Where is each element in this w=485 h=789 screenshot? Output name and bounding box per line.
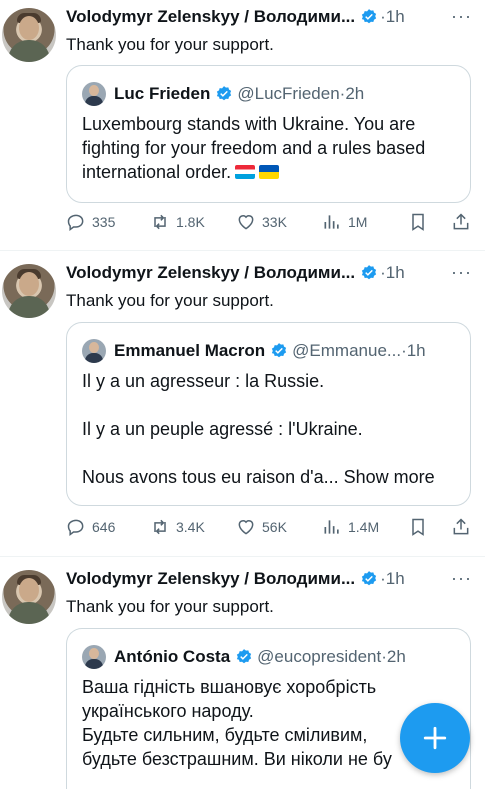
like-count: 56K: [262, 519, 287, 535]
reply-button[interactable]: 646: [66, 517, 115, 537]
verified-badge-icon: [237, 649, 252, 664]
tweet-text: Thank you for your support.: [66, 597, 274, 616]
tweet-text: Thank you for your support.: [66, 291, 274, 310]
author-name[interactable]: Volodymyr Zelenskyy / Володими...: [66, 263, 355, 283]
reply-count: 646: [92, 519, 116, 535]
quoted-avatar: [82, 645, 106, 669]
quoted-avatar: [82, 82, 106, 106]
quoted-timestamp: ·1h: [401, 341, 426, 360]
repost-icon: [154, 214, 166, 230]
verified-badge-icon: [362, 9, 377, 24]
quoted-avatar: [82, 339, 106, 363]
share-button[interactable]: [451, 212, 477, 232]
avatar[interactable]: [2, 264, 56, 318]
quoted-text-blank-line: [82, 393, 462, 417]
quoted-tweet[interactable]: António Costa @eucopresident ·2h Ваша гі…: [66, 628, 471, 789]
compose-button[interactable]: [400, 703, 470, 773]
tweet-text: Thank you for your support.: [66, 35, 274, 54]
verified-badge-icon: [362, 571, 377, 586]
verified-badge-icon: [362, 265, 377, 280]
quoted-text-line: Будьте сильним, будьте сміливим,: [82, 725, 368, 745]
quoted-handle: @Emmanue...: [292, 341, 402, 360]
views-count: 1.4M: [348, 519, 380, 535]
timestamp[interactable]: ·1h: [380, 263, 405, 283]
more-options-icon[interactable]: ···: [451, 263, 471, 284]
heart-icon: [238, 215, 254, 230]
quoted-text-line: fighting for your freedom and a rules ba…: [82, 138, 426, 158]
more-options-icon[interactable]: ···: [451, 7, 471, 28]
bookmark-button[interactable]: [408, 212, 434, 232]
views-icon: [324, 215, 339, 229]
quoted-tweet[interactable]: Luc Frieden @LucFrieden ·2h Luxembourg s…: [66, 65, 471, 203]
like-button[interactable]: 33K: [236, 212, 287, 232]
reply-button[interactable]: 335: [66, 212, 115, 232]
quoted-timestamp: ·2h: [339, 84, 365, 103]
flag-luxembourg-icon: [235, 165, 256, 179]
verified-badge-icon: [272, 343, 287, 358]
reply-count: 335: [92, 214, 116, 230]
author-name[interactable]: Volodymyr Zelenskyy / Володими...: [66, 569, 355, 589]
bookmark-button[interactable]: [408, 517, 434, 537]
repost-icon: [154, 519, 166, 535]
reply-icon: [67, 519, 84, 536]
author-name[interactable]: Volodymyr Zelenskyy / Володими...: [66, 7, 355, 27]
avatar[interactable]: [2, 570, 56, 624]
quoted-text: Ваша гідність вшановує хоробрість україн…: [82, 675, 412, 771]
repost-count: 3.4K: [176, 519, 205, 535]
plus-icon: [423, 726, 447, 750]
quoted-tweet[interactable]: Emmanuel Macron @Emmanue... ·1h Il y a u…: [66, 322, 471, 506]
share-icon: [453, 518, 469, 535]
repost-button[interactable]: 1.8K: [150, 212, 205, 232]
quoted-text-line: Il y a un agresseur : la Russie.: [82, 371, 325, 391]
heart-icon: [238, 520, 254, 535]
quoted-text: Il y a un agresseur : la Russie. Il y a …: [82, 369, 462, 489]
verified-badge-icon: [217, 86, 232, 101]
divider: [0, 556, 485, 557]
views-count: 1M: [348, 214, 368, 230]
quoted-author-name: Emmanuel Macron: [114, 341, 266, 360]
quoted-text-line: будьте безстрашним. Ви ніколи не бу: [82, 749, 392, 769]
quoted-handle: @eucopresident: [257, 647, 382, 666]
action-bar: 646 3.4K 56K 1.4M: [66, 517, 476, 539]
bookmark-icon: [412, 518, 424, 536]
quoted-text-line: Luxembourg stands with Ukraine. You are: [82, 114, 416, 134]
views-button[interactable]: 1.4M: [322, 517, 379, 537]
repost-button[interactable]: 3.4K: [150, 517, 205, 537]
action-bar: 335 1.8K 33K 1M: [66, 212, 476, 234]
like-count: 33K: [262, 214, 287, 230]
views-icon: [324, 520, 339, 534]
quoted-text-line-with-flags: international order.: [82, 160, 462, 184]
divider: [0, 250, 485, 251]
quoted-text: Luxembourg stands with Ukraine. You are …: [82, 112, 462, 184]
quoted-author-name: António Costa: [114, 647, 231, 666]
avatar[interactable]: [2, 8, 56, 62]
quoted-text-line: Il y a un peuple agressé : l'Ukraine.: [82, 419, 363, 439]
like-button[interactable]: 56K: [236, 517, 287, 537]
views-button[interactable]: 1M: [322, 212, 367, 232]
quoted-text-line: Ваша гідність вшановує хоробрість: [82, 677, 377, 697]
quoted-handle: @LucFrieden: [237, 84, 340, 103]
quoted-timestamp: ·2h: [381, 647, 406, 666]
repost-count: 1.8K: [176, 214, 205, 230]
timestamp[interactable]: ·1h: [380, 569, 405, 589]
timestamp[interactable]: ·1h: [380, 7, 405, 27]
quoted-text-line: українського народу.: [82, 701, 254, 721]
quoted-author-name: Luc Frieden: [114, 84, 211, 103]
quoted-text-line: international order.: [82, 162, 232, 182]
more-options-icon[interactable]: ···: [451, 569, 471, 590]
bookmark-icon: [412, 213, 424, 231]
quoted-text-blank-line: [82, 441, 462, 465]
share-button[interactable]: [451, 517, 477, 537]
share-icon: [453, 213, 469, 230]
reply-icon: [67, 214, 84, 231]
flag-ukraine-icon: [259, 165, 280, 179]
quoted-text-line-show-more[interactable]: Nous avons tous eu raison d'a... Show mo…: [82, 465, 462, 489]
